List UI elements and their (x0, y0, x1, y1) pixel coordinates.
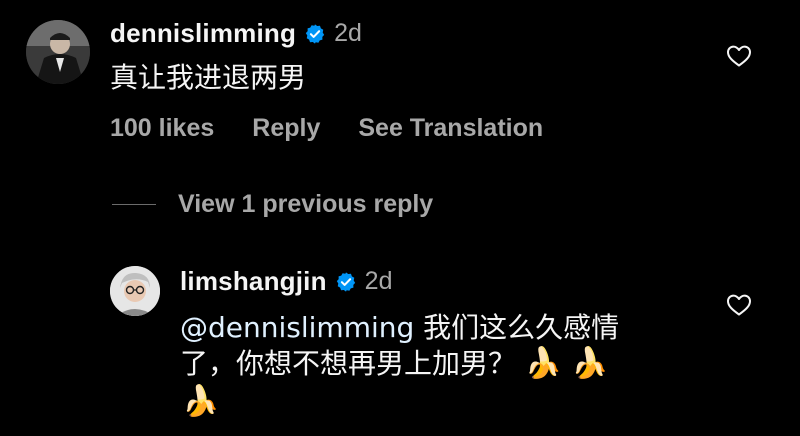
heart-outline-icon[interactable] (726, 293, 752, 317)
username[interactable]: dennislimming (110, 18, 296, 49)
reply-text-line3: 🍌 (182, 384, 219, 420)
likes-count[interactable]: 100 likes (110, 114, 214, 143)
reply-header: limshangjin 2d (180, 266, 392, 297)
avatar-dennislimming[interactable] (26, 20, 90, 84)
reply-button[interactable]: Reply (252, 114, 320, 143)
reply-text-line2: 了，你想不想再男上加男？ 🍌 🍌 (180, 346, 700, 382)
view-previous-replies[interactable]: View 1 previous reply (112, 190, 433, 219)
banana-emoji: 🍌 (524, 346, 563, 381)
see-translation-button[interactable]: See Translation (358, 114, 543, 143)
reply-text-part1: 我们这么久感情 (414, 311, 620, 344)
mention-link[interactable]: @dennislimming (180, 311, 414, 344)
heart-outline-icon[interactable] (726, 44, 752, 68)
avatar-image (110, 266, 160, 316)
view-previous-replies-label: View 1 previous reply (178, 190, 434, 218)
username[interactable]: limshangjin (180, 266, 327, 297)
banana-emoji: 🍌 (182, 384, 220, 419)
comment-header: dennislimming 2d (110, 18, 362, 49)
banana-emoji: 🍌 (571, 346, 609, 381)
verified-badge-icon (336, 271, 355, 292)
reply-text: @dennislimming 我们这么久感情 了，你想不想再男上加男？ 🍌 🍌 (180, 310, 700, 382)
reply-text-line1: @dennislimming 我们这么久感情 (180, 310, 700, 346)
comment-actions: 100 likes Reply See Translation (110, 114, 543, 143)
comment-text: 真让我进退两男 (110, 61, 307, 94)
timestamp: 2d (334, 19, 362, 47)
verified-badge-icon (305, 23, 325, 44)
avatar-image (26, 20, 90, 84)
divider-line (112, 204, 156, 205)
avatar-limshangjin[interactable] (110, 266, 160, 316)
reply-text-part2: 了，你想不想再男上加男？ (180, 347, 517, 380)
timestamp: 2d (364, 267, 393, 295)
